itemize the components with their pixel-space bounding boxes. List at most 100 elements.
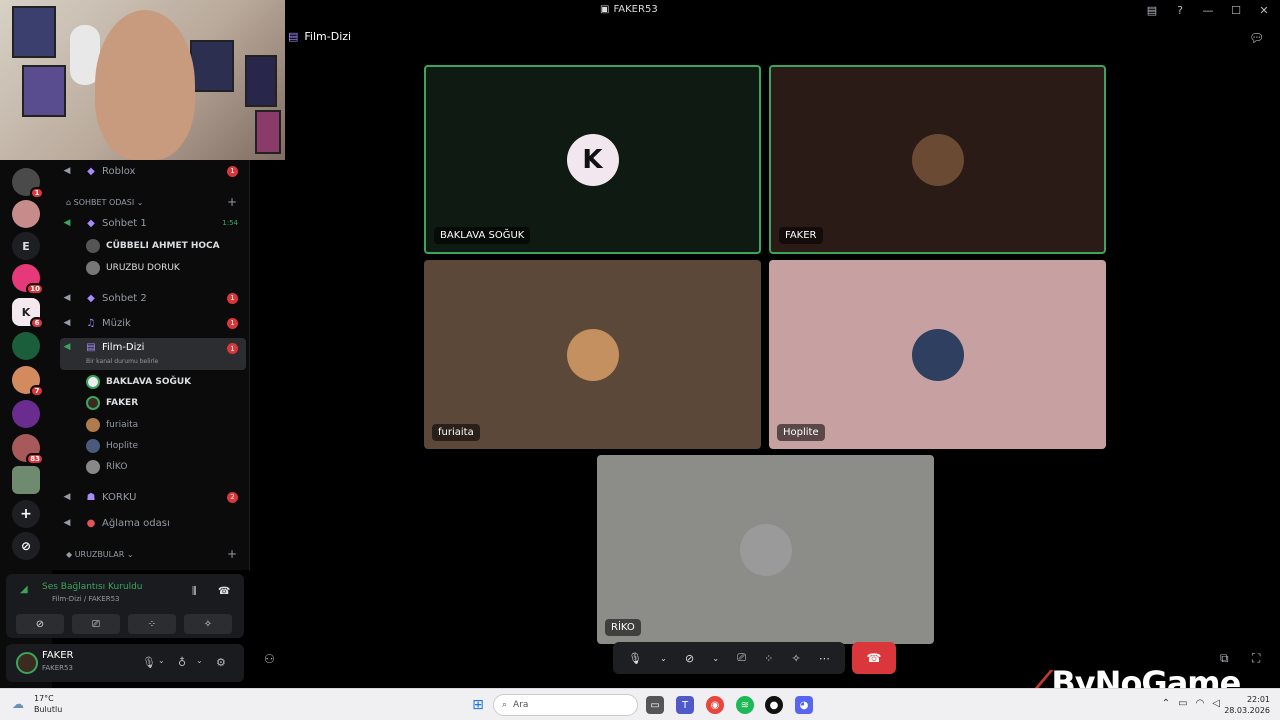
server-icon[interactable]: 83 [12,434,44,465]
mic-icon[interactable]: 🎙︎ [142,656,156,669]
avatar[interactable] [16,652,38,674]
search-input[interactable]: ⌕ Ara [493,694,638,716]
server-icon[interactable]: 10 [12,264,44,295]
display-icon[interactable]: ▭ [1178,698,1187,709]
network-icon[interactable]: ◠ [1196,698,1205,709]
server-icon[interactable]: 1 [12,168,44,199]
video-tile[interactable]: furiaita [424,260,761,449]
chevron-down-icon[interactable]: ⌄ [712,654,719,663]
disconnect-button[interactable]: ☎ [852,642,896,674]
chrome-icon[interactable]: ◉ [706,696,724,714]
voice-member[interactable]: RİKO [86,457,127,477]
channel-sohbet1[interactable]: ◀ ◆ Sohbet 1 1:54 [60,212,246,234]
user-name[interactable]: FAKER [42,650,74,661]
channel-korku[interactable]: ◀ ☗ KORKU 2 [60,486,246,508]
avatar [739,523,792,576]
camera-off-icon[interactable]: ⊘ [685,652,694,665]
disconnect-icon[interactable]: ☎ [218,586,230,597]
soundboard-icon[interactable]: ✧ [792,652,801,665]
activities-icon[interactable]: ⁘ [764,652,773,665]
voice-member[interactable]: BAKLAVA SOĞUK [86,372,191,392]
server-badge: 7 [30,385,44,397]
minimize-button[interactable]: — [1200,2,1216,18]
chevron-up-icon[interactable]: ⌃ [1162,698,1170,709]
server-badge: 6 [30,317,44,329]
teams-icon[interactable]: T [676,696,694,714]
gear-icon[interactable]: ⚙ [216,656,226,669]
streamer-face [95,10,195,160]
channel-muzik[interactable]: ◀ ♫ Müzik 1 [60,312,246,334]
maximize-button[interactable]: ☐ [1228,2,1244,18]
voice-member[interactable]: Hoplite [86,436,138,456]
volume-icon[interactable]: ◁ [1212,698,1220,709]
channel-aglama[interactable]: ◀ ● Ağlama odası [60,512,246,534]
camera-off-button[interactable]: ⊘ [16,614,64,634]
fullscreen-icon[interactable]: ⛶ [1252,651,1260,666]
server-icon-k[interactable]: K6 [12,298,44,329]
discord-icon[interactable]: ◕ [795,696,813,714]
clock[interactable]: 22:01 28.03.2026 [1224,694,1270,716]
chevron-down-icon[interactable]: ⌄ [158,656,165,665]
add-channel-icon[interactable]: + [227,547,237,561]
voice-icon: ◆ [87,217,95,229]
explore-icon[interactable]: ⊘ [12,532,40,560]
mic-icon[interactable]: 🎙︎ [628,652,642,665]
voice-member[interactable]: FAKER [86,393,138,413]
video-tile[interactable]: FAKER [769,65,1106,254]
help-icon[interactable]: ? [1172,2,1188,18]
spotify-icon[interactable]: ≋ [736,696,754,714]
more-icon[interactable]: ⋯ [819,652,830,665]
clock-date: 28.03.2026 [1224,706,1270,715]
channel-count: 1 [227,343,238,354]
add-channel-icon[interactable]: + [227,195,237,209]
category-uruzbular[interactable]: ◆ URUZBULAR ⌄ [66,550,134,559]
video-tile[interactable]: Hoplite [769,260,1106,449]
weather-widget[interactable]: 17°C Bulutlu [34,693,62,715]
channel-roblox[interactable]: ◀ ◆ Roblox 1 [60,160,246,182]
video-tile[interactable]: RİKO [597,455,934,644]
close-button[interactable]: ✕ [1256,2,1272,18]
chevron-down-icon[interactable]: ⌄ [660,654,667,663]
server-icon[interactable] [12,332,40,360]
noise-suppression-icon[interactable]: ⫼ [192,586,197,597]
voice-member[interactable]: URUZBU DORUK [86,258,180,278]
server-icon[interactable]: 7 [12,366,44,397]
member-name: URUZBU DORUK [106,263,180,273]
speaker-icon: ◀ [63,342,71,352]
channel-sohbet2[interactable]: ◀ ◆ Sohbet 2 1 [60,287,246,309]
signal-icon[interactable]: ◢ [20,584,28,595]
voice-member[interactable]: furiaita [86,415,138,435]
channel-filmdizi[interactable]: ◀ ▤ Film-Dizi 1 Bir kanal durumu belirle [60,338,246,370]
voice-member[interactable]: CÜBBELI AHMET HOCA [86,236,220,256]
channel-status[interactable]: Bir kanal durumu belirle [86,358,158,365]
chevron-down-icon[interactable]: ⌄ [196,656,203,665]
add-server-icon[interactable]: + [12,500,40,528]
chat-icon[interactable]: 💬︎ [1249,31,1264,45]
server-icon-letter[interactable]: E [12,232,40,260]
page-title: Film-Dizi [304,30,352,43]
headphone-icon[interactable]: ♁ [178,656,186,669]
app-icon: ▣ [600,4,610,15]
activities-button[interactable]: ⁘ [128,614,176,634]
app-icon[interactable]: ● [765,696,783,714]
channel-count: 1 [227,317,238,329]
task-view-icon[interactable]: ▭ [646,696,664,714]
inbox-icon[interactable]: ▤ [1144,2,1160,18]
category-sohbet[interactable]: ⌂ SOHBET ODASI ⌄ [66,198,143,207]
server-icon[interactable] [12,400,40,428]
screen-share-button[interactable]: ⎚ [72,614,120,634]
windows-start-icon[interactable]: ⊞ [469,696,487,714]
channel-count: 1 [227,165,238,177]
soundboard-button[interactable]: ✧ [184,614,232,634]
ghost-icon: ☗ [86,491,96,503]
member-name: furiaita [106,420,139,430]
video-tile[interactable]: K BAKLAVA SOĞUK [424,65,761,254]
server-icon[interactable] [12,466,40,494]
invite-icon[interactable]: ⚇ [264,652,275,666]
screen-share-icon[interactable]: ⎚ [737,651,746,665]
cloud-icon: ☁ [12,697,24,711]
avatar [566,328,619,381]
avatar [86,460,100,474]
server-icon[interactable] [12,200,40,228]
music-icon: ♫ [86,317,96,329]
